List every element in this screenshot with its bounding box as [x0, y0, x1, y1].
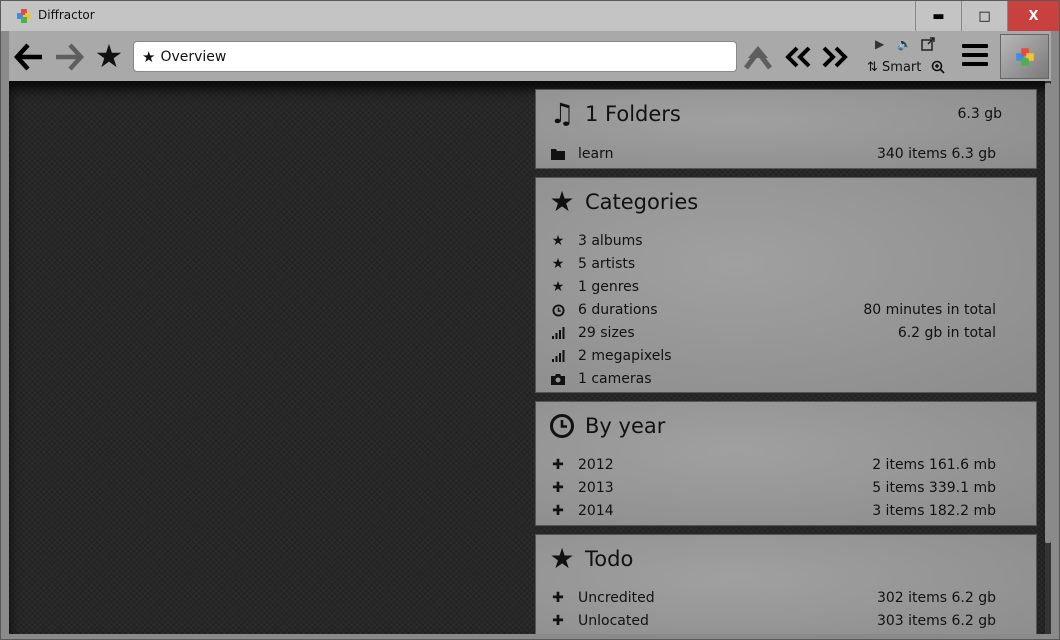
address-text: Overview — [160, 48, 227, 65]
list-item[interactable]: ✚ Unlocated 303 items 6.2 gb — [550, 611, 996, 631]
panel-header: ♫ 1 Folders — [548, 97, 681, 130]
plus-icon[interactable]: ✚ — [550, 457, 566, 473]
list-item[interactable]: ✚ 2014 3 items 182.2 mb — [550, 501, 996, 521]
app-logo-icon — [17, 9, 31, 23]
list-item[interactable]: ★ 1 genres — [550, 277, 996, 297]
panel-header: ★ Todo — [548, 545, 633, 573]
vertical-scrollbar[interactable] — [1045, 81, 1051, 634]
star-icon: ★ — [551, 279, 565, 295]
star-icon: ★ — [551, 233, 565, 249]
list-item[interactable]: 6 durations 80 minutes in total — [550, 300, 996, 320]
forward-arrow-icon[interactable] — [53, 41, 85, 73]
signal-icon — [550, 348, 566, 364]
double-right-icon[interactable] — [819, 41, 851, 73]
panel-title: 1 Folders — [585, 102, 681, 126]
star-icon: ★ — [549, 542, 575, 575]
menu-icon[interactable] — [962, 44, 988, 68]
list-item[interactable]: learn 340 items 6.3 gb — [550, 144, 996, 164]
list-item[interactable]: 29 sizes 6.2 gb in total — [550, 323, 996, 343]
preview-thumbnail[interactable] — [1000, 34, 1049, 79]
title-bar[interactable]: Diffractor ▬ □ X — [1, 1, 1059, 31]
panel-title: Todo — [585, 547, 634, 571]
plus-icon[interactable]: ✚ — [550, 480, 566, 496]
folders-panel: ♫ 1 Folders 6.3 gb learn 340 items 6.3 g… — [535, 89, 1037, 169]
sort-smart-button[interactable]: ⇅ Smart — [867, 60, 921, 75]
external-icon[interactable] — [921, 37, 935, 54]
address-bar[interactable]: ★ Overview — [133, 41, 737, 72]
panel-header: ★ Categories — [548, 188, 698, 216]
zoom-in-icon[interactable] — [931, 59, 945, 78]
maximize-button[interactable]: □ — [961, 1, 1007, 31]
close-button[interactable]: X — [1007, 1, 1059, 31]
panel-header: By year — [548, 412, 665, 440]
plus-icon[interactable]: ✚ — [550, 613, 566, 629]
double-left-icon[interactable] — [783, 41, 813, 73]
plus-icon[interactable]: ✚ — [550, 590, 566, 606]
list-item[interactable]: ★ 3 albums — [550, 231, 996, 251]
toolbar: ★ ★ Overview ▶ 🔉 ⇅ Smart — [9, 31, 1051, 81]
panel-title: Categories — [585, 190, 699, 214]
panel-title: By year — [585, 414, 666, 438]
play-icon[interactable]: ▶ — [875, 37, 884, 51]
music-note-icon: ♫ — [549, 97, 575, 130]
window-title: Diffractor — [38, 8, 95, 22]
signal-icon — [550, 325, 566, 341]
camera-icon — [550, 371, 566, 387]
todo-panel: ★ Todo ✚ Uncredited 302 items 6.2 gb ✚ U… — [535, 534, 1037, 634]
list-item[interactable]: 2 megapixels — [550, 346, 996, 366]
back-arrow-icon[interactable] — [13, 41, 45, 73]
by-year-panel: By year ✚ 2012 2 items 161.6 mb ✚ 2013 5… — [535, 401, 1037, 526]
content-area: ♫ 1 Folders 6.3 gb learn 340 items 6.3 g… — [9, 81, 1051, 634]
categories-panel: ★ Categories ★ 3 albums ★ 5 artists ★ 1 … — [535, 177, 1037, 393]
star-icon: ★ — [551, 256, 565, 272]
list-item[interactable]: ★ 5 artists — [550, 254, 996, 274]
list-item[interactable]: ✚ Uncredited 302 items 6.2 gb — [550, 588, 996, 608]
star-icon: ★ — [549, 185, 575, 218]
list-item[interactable]: ✚ 2013 5 items 339.1 mb — [550, 478, 996, 498]
clock-icon — [548, 412, 576, 440]
favorite-star-icon[interactable]: ★ — [92, 39, 126, 73]
list-item[interactable]: ✚ 2012 2 items 161.6 mb — [550, 455, 996, 475]
scrollbar-thumb[interactable] — [1045, 83, 1051, 543]
folders-total: 6.3 gb — [957, 106, 1003, 122]
address-star-icon: ★ — [142, 47, 156, 66]
volume-icon[interactable]: 🔉 — [897, 37, 912, 51]
app-window: Diffractor ▬ □ X ★ ★ Overview ▶ 🔉 ⇅ Smar… — [0, 0, 1060, 640]
folder-icon — [550, 146, 566, 162]
plus-icon[interactable]: ✚ — [550, 503, 566, 519]
preview-logo-icon — [1015, 47, 1034, 66]
minimize-button[interactable]: ▬ — [915, 1, 961, 31]
up-arrow-icon[interactable] — [741, 41, 775, 73]
clock-icon — [550, 302, 566, 318]
list-item[interactable]: 1 cameras — [550, 369, 996, 389]
